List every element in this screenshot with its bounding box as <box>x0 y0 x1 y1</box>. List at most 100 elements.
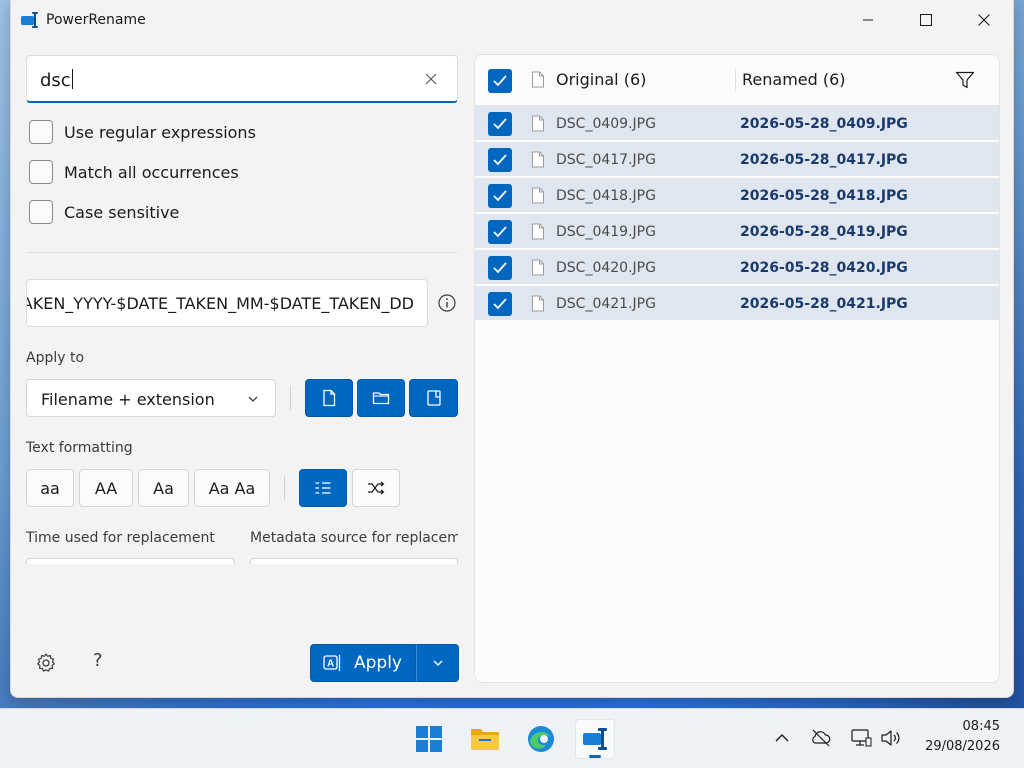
minimize-button[interactable] <box>839 0 897 40</box>
file-row[interactable]: DSC_0419.JPG 2026-05-28_0419.JPG <box>475 214 999 249</box>
network-icon[interactable] <box>850 728 872 748</box>
clock-date[interactable]: 29/08/2026 <box>925 739 1000 754</box>
randomize-button[interactable] <box>352 469 400 507</box>
powerrename-taskbar-button[interactable] <box>575 719 615 759</box>
row-checkbox[interactable] <box>488 184 512 208</box>
file-row[interactable]: DSC_0409.JPG 2026-05-28_0409.JPG <box>475 106 999 141</box>
row-checkbox[interactable] <box>488 112 512 136</box>
select-all-checkbox[interactable] <box>488 69 512 93</box>
file-icon <box>323 389 336 407</box>
row-checkbox[interactable] <box>488 256 512 280</box>
enumerate-items-button[interactable] <box>299 469 347 507</box>
cloud-offline-icon[interactable] <box>810 728 832 748</box>
renamed-filename: 2026-05-28_0417.JPG <box>740 152 908 168</box>
renamed-column-header[interactable]: Renamed (6) <box>742 70 846 89</box>
apply-button[interactable]: A Apply <box>310 644 416 682</box>
original-filename: DSC_0409.JPG <box>556 116 656 132</box>
replace-input-value: $DATE_TAKEN_YYYY-$DATE_TAKEN_MM-$DATE_TA… <box>27 294 414 313</box>
include-subfolders-button[interactable] <box>409 379 458 417</box>
original-filename: DSC_0420.JPG <box>556 260 656 276</box>
renamed-filename: 2026-05-28_0419.JPG <box>740 224 908 240</box>
option-label: Use regular expressions <box>64 122 256 142</box>
folder-icon <box>372 392 390 405</box>
rename-icon: A <box>323 655 341 671</box>
file-row[interactable]: DSC_0420.JPG 2026-05-28_0420.JPG <box>475 250 999 285</box>
chevron-down-icon <box>433 660 442 666</box>
shuffle-icon <box>368 481 385 495</box>
checkmark-icon <box>493 262 507 274</box>
folder-icon <box>471 729 499 750</box>
renamed-filename: 2026-05-28_0421.JPG <box>740 296 908 312</box>
close-icon <box>978 14 990 26</box>
apply-options-dropdown[interactable] <box>416 644 459 682</box>
time-used-dropdown[interactable] <box>26 558 235 564</box>
active-app-indicator <box>589 755 601 758</box>
file-icon <box>532 71 544 88</box>
original-filename: DSC_0419.JPG <box>556 224 656 240</box>
info-icon[interactable] <box>437 293 457 313</box>
search-input-value: dsc <box>40 70 71 91</box>
capitalize-each-word-button[interactable]: Aa Aa <box>194 469 270 507</box>
original-column-header[interactable]: Original (6) <box>556 70 646 89</box>
title-bar[interactable]: PowerRename <box>11 0 1013 40</box>
checkmark-icon <box>493 190 507 202</box>
list-header: Original (6) Renamed (6) <box>475 55 999 106</box>
file-icon <box>532 223 544 240</box>
maximize-icon <box>920 14 932 26</box>
file-row[interactable]: DSC_0418.JPG 2026-05-28_0418.JPG <box>475 178 999 213</box>
search-input[interactable]: dsc <box>26 55 458 103</box>
chevron-up-icon[interactable] <box>771 728 793 748</box>
file-icon <box>532 115 544 132</box>
file-explorer-button[interactable] <box>465 719 505 759</box>
volume-icon[interactable] <box>880 728 902 748</box>
settings-gear-icon[interactable] <box>35 652 57 674</box>
metadata-source-label: Metadata source for replacement <box>250 530 458 546</box>
start-button[interactable] <box>409 719 449 759</box>
checkmark-icon <box>493 118 507 130</box>
clear-search-icon[interactable] <box>423 71 439 87</box>
row-checkbox[interactable] <box>488 148 512 172</box>
checkmark-icon <box>493 298 507 310</box>
titlecase-button[interactable]: Aa <box>138 469 189 507</box>
include-folders-button[interactable] <box>357 379 405 417</box>
regex-checkbox[interactable] <box>29 120 53 144</box>
option-case-sensitive[interactable]: Case sensitive <box>29 199 179 225</box>
file-icon <box>532 151 544 168</box>
row-checkbox[interactable] <box>488 220 512 244</box>
numbered-list-icon <box>315 482 331 494</box>
help-button[interactable]: ? <box>93 650 103 671</box>
edge-icon <box>528 726 554 752</box>
option-label: Case sensitive <box>64 202 180 222</box>
option-use-regular-expressions[interactable]: Use regular expressions <box>29 119 256 145</box>
edge-browser-button[interactable] <box>521 719 561 759</box>
windows-logo-icon <box>416 726 442 752</box>
close-button[interactable] <box>955 0 1013 40</box>
option-match-all-occurrences[interactable]: Match all occurrences <box>29 159 239 185</box>
case-sensitive-checkbox[interactable] <box>29 200 53 224</box>
apply-to-dropdown[interactable]: Filename + extension <box>26 379 276 417</box>
file-row[interactable]: DSC_0421.JPG 2026-05-28_0421.JPG <box>475 286 999 321</box>
filter-icon[interactable] <box>955 71 975 89</box>
column-separator <box>735 69 736 91</box>
row-checkbox[interactable] <box>488 292 512 316</box>
lowercase-button[interactable]: aa <box>26 469 74 507</box>
uppercase-button[interactable]: AA <box>79 469 133 507</box>
checkmark-icon <box>493 75 507 87</box>
checkmark-icon <box>493 226 507 238</box>
metadata-source-dropdown[interactable] <box>250 558 458 564</box>
file-icon <box>532 187 544 204</box>
maximize-button[interactable] <box>897 0 955 40</box>
minimize-icon <box>863 19 873 21</box>
match-all-checkbox[interactable] <box>29 160 53 184</box>
replace-input[interactable]: $DATE_TAKEN_YYYY-$DATE_TAKEN_MM-$DATE_TA… <box>26 279 428 327</box>
time-used-label: Time used for replacement <box>26 530 215 546</box>
renamed-filename: 2026-05-28_0418.JPG <box>740 188 908 204</box>
powerrename-app-icon <box>21 12 38 28</box>
file-row[interactable]: DSC_0417.JPG 2026-05-28_0417.JPG <box>475 142 999 177</box>
chevron-down-icon <box>248 396 258 402</box>
include-files-button[interactable] <box>305 379 353 417</box>
clock-time[interactable]: 08:45 <box>963 719 1000 734</box>
subfolder-icon <box>426 390 441 406</box>
svg-text:A: A <box>327 659 334 670</box>
powerrename-window: PowerRename dsc Use regular expressions … <box>10 0 1014 698</box>
